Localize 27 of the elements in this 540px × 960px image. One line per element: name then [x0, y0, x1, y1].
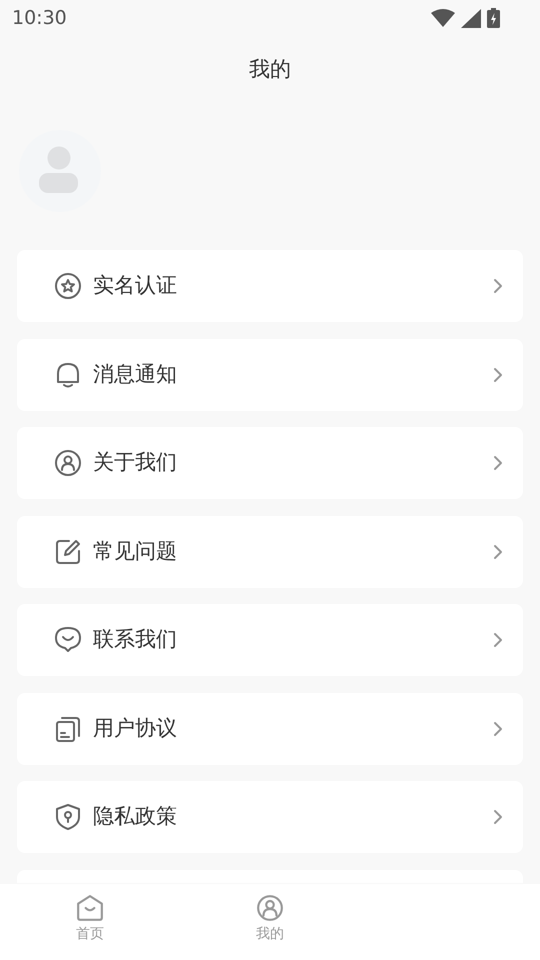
chat-bubble-icon — [55, 627, 81, 653]
user-icon — [55, 450, 81, 476]
menu-item[interactable]: 消息通知 — [17, 338, 523, 410]
menu-item[interactable]: 用户协议 — [17, 692, 523, 764]
documents-icon — [55, 716, 81, 742]
menu-item[interactable]: 关于我们 — [17, 427, 523, 499]
chevron-right-icon — [493, 809, 503, 825]
bell-icon — [55, 362, 81, 388]
chevron-right-icon — [493, 455, 503, 471]
page-title: 我的 — [249, 56, 291, 84]
user-icon — [256, 894, 284, 922]
menu-item[interactable]: 常见问题 — [17, 516, 523, 588]
menu-item[interactable]: 联系我们 — [17, 604, 523, 676]
edit-icon — [55, 538, 81, 564]
chevron-right-icon — [493, 366, 503, 382]
menu-item[interactable]: 隐私政策 — [17, 781, 523, 853]
chevron-right-icon — [493, 632, 503, 648]
menu-item[interactable]: 实名认证 — [17, 250, 523, 322]
shield-icon — [55, 804, 81, 830]
battery-icon — [487, 8, 500, 28]
wifi-icon — [431, 9, 455, 27]
chevron-right-icon — [493, 278, 503, 294]
house-icon — [76, 894, 104, 922]
chevron-right-icon — [493, 720, 503, 736]
signal-icon — [461, 8, 481, 28]
chevron-right-icon — [493, 544, 503, 560]
status-time: 10:30 — [12, 6, 67, 31]
